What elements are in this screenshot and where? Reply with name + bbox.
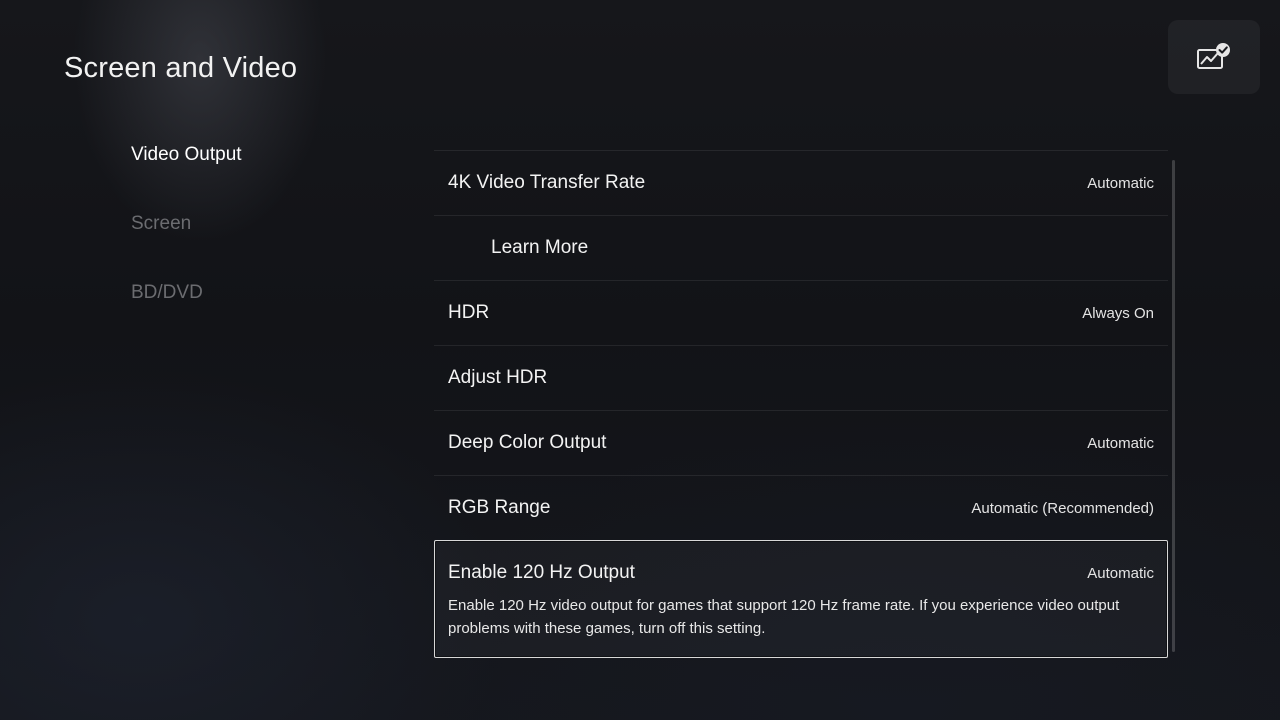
sidebar-item-screen[interactable]: Screen <box>131 209 391 278</box>
settings-scrollbar[interactable] <box>1172 160 1175 652</box>
setting-label: Adjust HDR <box>448 367 548 388</box>
setting-label: Learn More <box>491 237 589 258</box>
setting-label: 4K Video Transfer Rate <box>448 172 646 193</box>
setting-hdr[interactable]: HDR Always On <box>434 280 1168 345</box>
setting-enable-120hz-output[interactable]: Enable 120 Hz Output Automatic Enable 12… <box>434 540 1168 658</box>
setting-value: Automatic (Recommended) <box>971 500 1154 517</box>
page-title: Screen and Video <box>64 52 298 84</box>
setting-value: Always On <box>1082 305 1154 322</box>
settings-list: 4K Video Transfer Rate Automatic Learn M… <box>434 150 1168 658</box>
setting-adjust-hdr[interactable]: Adjust HDR <box>434 345 1168 410</box>
sidebar-item-bd-dvd[interactable]: BD/DVD <box>131 278 391 347</box>
screen-status-button[interactable] <box>1168 20 1260 94</box>
setting-learn-more[interactable]: Learn More <box>434 215 1168 280</box>
settings-sidebar: Video Output Screen BD/DVD <box>131 140 391 347</box>
setting-label: Deep Color Output <box>448 432 607 453</box>
sidebar-item-video-output[interactable]: Video Output <box>131 140 391 209</box>
setting-label: RGB Range <box>448 497 551 518</box>
setting-label: Enable 120 Hz Output <box>448 562 635 583</box>
display-check-icon <box>1196 42 1232 72</box>
setting-rgb-range[interactable]: RGB Range Automatic (Recommended) <box>434 475 1168 540</box>
setting-deep-color-output[interactable]: Deep Color Output Automatic <box>434 410 1168 475</box>
setting-label: HDR <box>448 302 490 323</box>
setting-4k-video-transfer-rate[interactable]: 4K Video Transfer Rate Automatic <box>434 150 1168 215</box>
setting-value: Automatic <box>1087 565 1154 582</box>
setting-value: Automatic <box>1087 435 1154 452</box>
setting-description: Enable 120 Hz video output for games tha… <box>448 597 1120 637</box>
setting-value: Automatic <box>1087 175 1154 192</box>
